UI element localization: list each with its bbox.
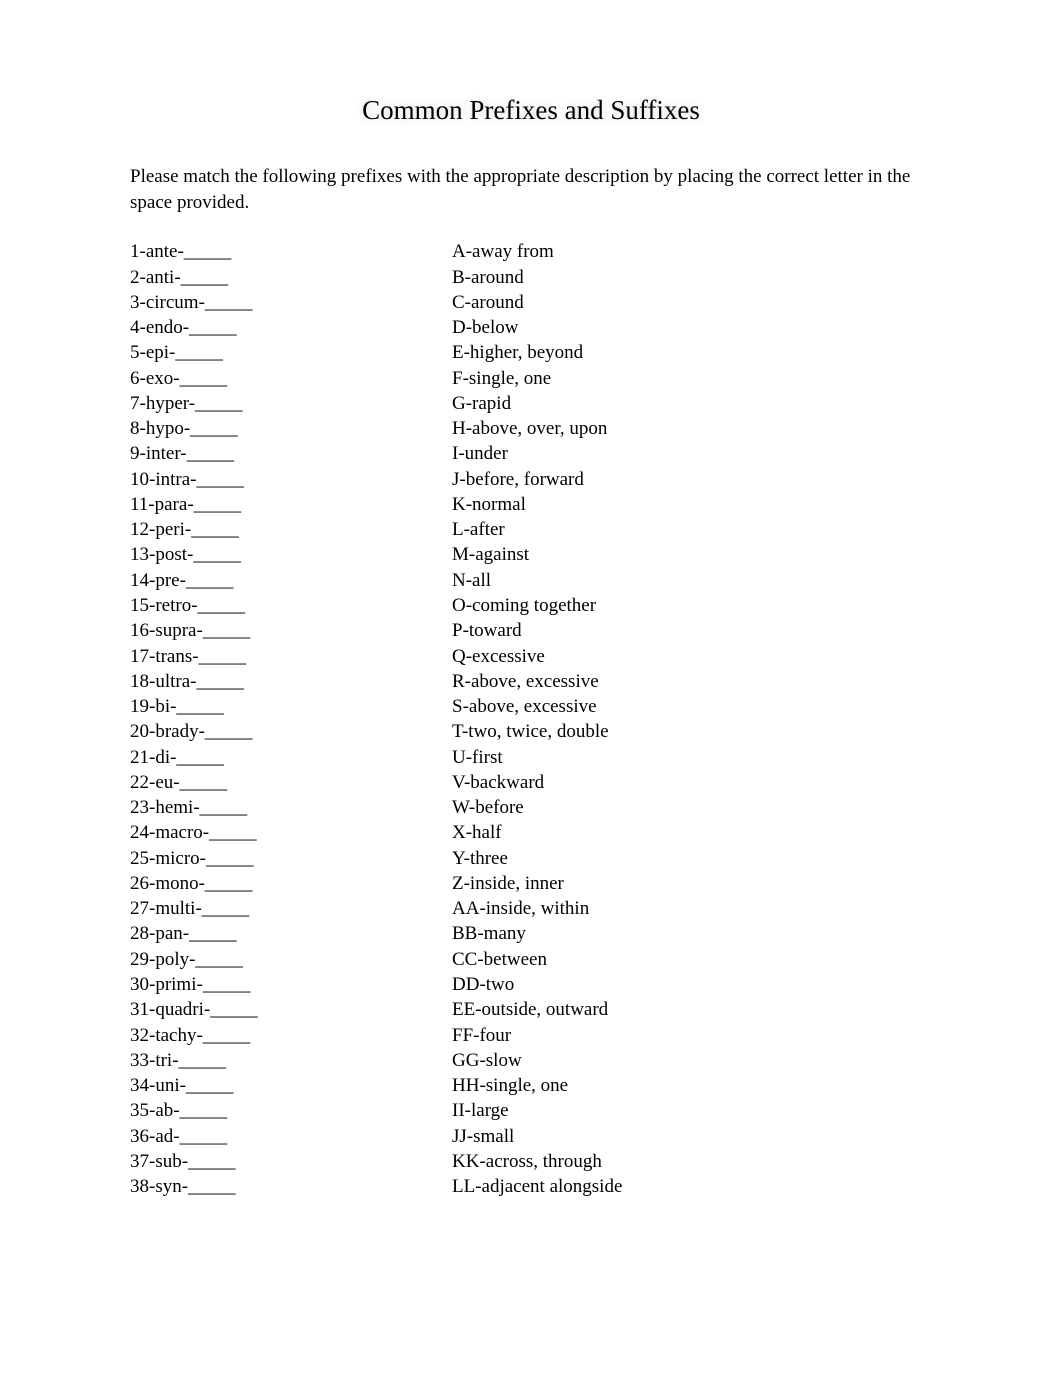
answer-item: K-normal <box>452 492 932 517</box>
answer-item: R-above, excessive <box>452 669 932 694</box>
prefix-item: 34-uni-_____ <box>130 1073 452 1098</box>
answer-item: W-before <box>452 795 932 820</box>
prefix-item: 26-mono-_____ <box>130 871 452 896</box>
answer-item: A-away from <box>452 239 932 264</box>
answer-item: KK-across, through <box>452 1149 932 1174</box>
answer-item: CC-between <box>452 947 932 972</box>
prefix-item: 25-micro-_____ <box>130 846 452 871</box>
prefix-item: 30-primi-_____ <box>130 972 452 997</box>
prefix-item: 15-retro-_____ <box>130 593 452 618</box>
prefix-column: 1-ante-_____2-anti-_____3-circum-_____4-… <box>130 239 452 1199</box>
answer-item: U-first <box>452 745 932 770</box>
prefix-item: 23-hemi-_____ <box>130 795 452 820</box>
prefix-item: 35-ab-_____ <box>130 1098 452 1123</box>
prefix-item: 22-eu-_____ <box>130 770 452 795</box>
prefix-item: 7-hyper-_____ <box>130 391 452 416</box>
answer-item: O-coming together <box>452 593 932 618</box>
answer-item: N-all <box>452 568 932 593</box>
prefix-item: 29-poly-_____ <box>130 947 452 972</box>
answer-item: G-rapid <box>452 391 932 416</box>
answer-item: GG-slow <box>452 1048 932 1073</box>
prefix-item: 8-hypo-_____ <box>130 416 452 441</box>
answer-column: A-away fromB-aroundC-aroundD-belowE-high… <box>452 239 932 1199</box>
prefix-item: 19-bi-_____ <box>130 694 452 719</box>
prefix-item: 4-endo-_____ <box>130 315 452 340</box>
answer-item: BB-many <box>452 921 932 946</box>
prefix-item: 11-para-_____ <box>130 492 452 517</box>
answer-item: I-under <box>452 441 932 466</box>
prefix-item: 5-epi-_____ <box>130 340 452 365</box>
matching-columns: 1-ante-_____2-anti-_____3-circum-_____4-… <box>130 239 932 1199</box>
prefix-item: 24-macro-_____ <box>130 820 452 845</box>
prefix-item: 18-ultra-_____ <box>130 669 452 694</box>
answer-item: AA-inside, within <box>452 896 932 921</box>
answer-item: M-against <box>452 542 932 567</box>
answer-item: Z-inside, inner <box>452 871 932 896</box>
prefix-item: 14-pre-_____ <box>130 568 452 593</box>
answer-item: V-backward <box>452 770 932 795</box>
prefix-item: 31-quadri-_____ <box>130 997 452 1022</box>
prefix-item: 16-supra-_____ <box>130 618 452 643</box>
prefix-item: 1-ante-_____ <box>130 239 452 264</box>
prefix-item: 37-sub-_____ <box>130 1149 452 1174</box>
answer-item: B-around <box>452 265 932 290</box>
prefix-item: 36-ad-_____ <box>130 1124 452 1149</box>
prefix-item: 13-post-_____ <box>130 542 452 567</box>
prefix-item: 20-brady-_____ <box>130 719 452 744</box>
prefix-item: 3-circum-_____ <box>130 290 452 315</box>
prefix-item: 2-anti-_____ <box>130 265 452 290</box>
answer-item: Y-three <box>452 846 932 871</box>
answer-item: C-around <box>452 290 932 315</box>
prefix-item: 38-syn-_____ <box>130 1174 452 1199</box>
prefix-item: 6-exo-_____ <box>130 366 452 391</box>
answer-item: E-higher, beyond <box>452 340 932 365</box>
answer-item: DD-two <box>452 972 932 997</box>
prefix-item: 21-di-_____ <box>130 745 452 770</box>
answer-item: L-after <box>452 517 932 542</box>
answer-item: II-large <box>452 1098 932 1123</box>
prefix-item: 9-inter-_____ <box>130 441 452 466</box>
answer-item: Q-excessive <box>452 644 932 669</box>
answer-item: HH-single, one <box>452 1073 932 1098</box>
answer-item: X-half <box>452 820 932 845</box>
answer-item: JJ-small <box>452 1124 932 1149</box>
answer-item: H-above, over, upon <box>452 416 932 441</box>
answer-item: P-toward <box>452 618 932 643</box>
answer-item: S-above, excessive <box>452 694 932 719</box>
answer-item: LL-adjacent alongside <box>452 1174 932 1199</box>
prefix-item: 28-pan-_____ <box>130 921 452 946</box>
answer-item: EE-outside, outward <box>452 997 932 1022</box>
answer-item: F-single, one <box>452 366 932 391</box>
page-title: Common Prefixes and Suffixes <box>130 95 932 126</box>
answer-item: FF-four <box>452 1023 932 1048</box>
prefix-item: 17-trans-_____ <box>130 644 452 669</box>
prefix-item: 12-peri-_____ <box>130 517 452 542</box>
instructions-text: Please match the following prefixes with… <box>130 164 932 215</box>
prefix-item: 33-tri-_____ <box>130 1048 452 1073</box>
answer-item: T-two, twice, double <box>452 719 932 744</box>
answer-item: J-before, forward <box>452 467 932 492</box>
answer-item: D-below <box>452 315 932 340</box>
prefix-item: 10-intra-_____ <box>130 467 452 492</box>
prefix-item: 27-multi-_____ <box>130 896 452 921</box>
prefix-item: 32-tachy-_____ <box>130 1023 452 1048</box>
